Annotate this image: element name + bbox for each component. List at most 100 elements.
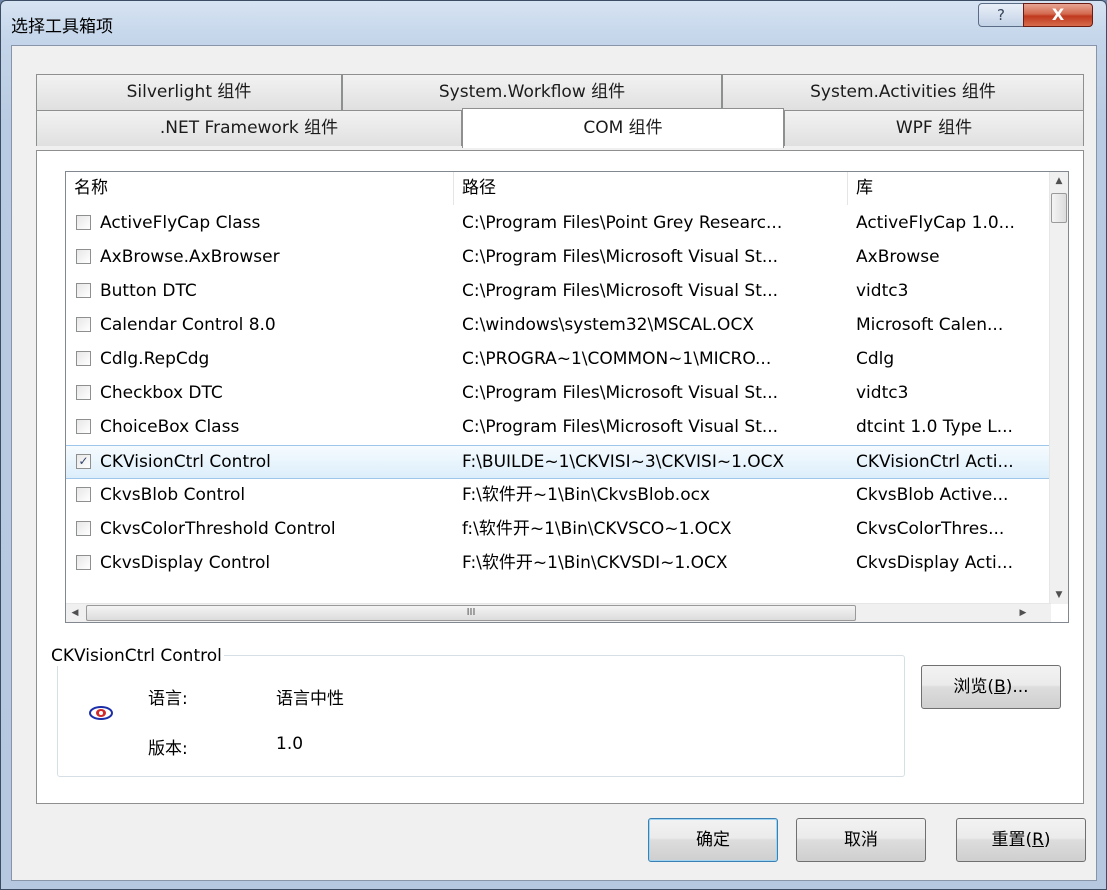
window-title: 选择工具箱项 xyxy=(11,17,113,37)
scroll-right-icon[interactable]: ▶ xyxy=(1014,604,1032,622)
item-name: ActiveFlyCap Class xyxy=(100,213,261,233)
checkmark-icon: ✓ xyxy=(78,454,89,468)
cancel-button[interactable]: 取消 xyxy=(796,818,926,862)
item-path: F:\软件开~1\Bin\CKVSDI~1.OCX xyxy=(462,553,728,573)
reset-button[interactable]: 重置(R) xyxy=(956,818,1086,862)
list-rows: ActiveFlyCap Class C:\Program Files\Point… xyxy=(66,207,1051,581)
help-button[interactable]: ? xyxy=(978,3,1024,27)
help-icon: ? xyxy=(997,6,1005,24)
item-path: C:\Program Files\Microsoft Visual St... xyxy=(462,417,779,437)
item-library: CKVisionCtrl Acti... xyxy=(856,452,1014,472)
item-name: CKVisionCtrl Control xyxy=(100,452,271,472)
item-checkbox[interactable] xyxy=(76,249,91,264)
tab-net-framework[interactable]: .NET Framework 组件 xyxy=(36,110,462,146)
item-library: CkvsBlob Active... xyxy=(856,485,1009,505)
dialog-client-area: Silverlight 组件 System.Workflow 组件 System… xyxy=(11,45,1097,881)
browse-label-tail: )... xyxy=(1005,677,1029,697)
com-components-list[interactable]: 名称 路径 库 ActiveFlyCap Class C:\Program Fil… xyxy=(65,171,1069,623)
close-icon: X xyxy=(1051,5,1065,24)
tab-com[interactable]: COM 组件 xyxy=(462,108,784,148)
item-path: C:\Program Files\Microsoft Visual St... xyxy=(462,383,779,403)
list-item[interactable]: Cdlg.RepCdg C:\PROGRA~1\COMMON~1\MICRO...… xyxy=(66,343,1051,377)
language-label: 语言: xyxy=(148,689,188,709)
choose-toolbox-items-dialog: 选择工具箱项 ? X Silverlight 组件 System.Workflo… xyxy=(0,0,1107,890)
list-item[interactable]: CkvsColorThreshold Control f:\软件开~1\Bin\C… xyxy=(66,513,1051,547)
column-header-library[interactable]: 库 xyxy=(848,172,1051,205)
item-checkbox[interactable]: ✓ xyxy=(76,454,91,469)
item-checkbox[interactable] xyxy=(76,555,91,570)
item-checkbox[interactable] xyxy=(76,385,91,400)
item-library: CkvsDisplay Acti... xyxy=(856,553,1013,573)
tab-silverlight[interactable]: Silverlight 组件 xyxy=(36,74,342,110)
tab-wpf[interactable]: WPF 组件 xyxy=(784,110,1084,146)
list-item[interactable]: ✓ CKVisionCtrl Control F:\BUILDE~1\CKVISI~… xyxy=(66,445,1051,479)
item-name: Calendar Control 8.0 xyxy=(100,315,276,335)
item-path: f:\软件开~1\Bin\CKVSCO~1.OCX xyxy=(462,519,732,539)
item-name: Checkbox DTC xyxy=(100,383,223,403)
item-library: Microsoft Calen... xyxy=(856,315,1004,335)
vertical-scrollbar[interactable]: ▲ ▼ xyxy=(1049,172,1068,604)
item-checkbox[interactable] xyxy=(76,317,91,332)
horizontal-scrollbar[interactable]: ◀ III ▶ xyxy=(66,603,1051,622)
scroll-down-icon[interactable]: ▼ xyxy=(1050,586,1068,604)
item-checkbox[interactable] xyxy=(76,283,91,298)
browse-label-main: 浏览( xyxy=(953,677,995,697)
column-header-path[interactable]: 路径 xyxy=(454,172,848,205)
list-header: 名称 路径 库 xyxy=(66,172,1051,206)
version-value: 1.0 xyxy=(276,734,304,754)
reset-accelerator-key: R xyxy=(1032,830,1044,850)
tab-system-workflow[interactable]: System.Workflow 组件 xyxy=(342,74,722,110)
item-path: C:\PROGRA~1\COMMON~1\MICRO... xyxy=(462,349,772,369)
list-item[interactable]: AxBrowse.AxBrowser C:\Program Files\Micro… xyxy=(66,241,1051,275)
list-item[interactable]: CkvsDisplay Control F:\软件开~1\Bin\CKVSDI~1… xyxy=(66,547,1051,581)
item-library: dtcint 1.0 Type L... xyxy=(856,417,1013,437)
item-path: C:\Program Files\Microsoft Visual St... xyxy=(462,247,779,267)
language-value: 语言中性 xyxy=(276,689,344,709)
item-library: ActiveFlyCap 1.0... xyxy=(856,213,1015,233)
list-item[interactable]: Calendar Control 8.0 C:\windows\system32\… xyxy=(66,309,1051,343)
item-library: AxBrowse xyxy=(856,247,940,267)
list-item[interactable]: ChoiceBox Class C:\Program Files\Microsof… xyxy=(66,411,1051,445)
list-item[interactable]: Checkbox DTC C:\Program Files\Microsoft V… xyxy=(66,377,1051,411)
item-path: C:\Program Files\Point Grey Researc... xyxy=(462,213,783,233)
item-name: ChoiceBox Class xyxy=(100,417,240,437)
details-group-title: CKVisionCtrl Control xyxy=(49,646,224,666)
column-header-name[interactable]: 名称 xyxy=(66,172,454,205)
item-checkbox[interactable] xyxy=(76,419,91,434)
com-components-panel: 名称 路径 库 ActiveFlyCap Class C:\Program Fil… xyxy=(36,150,1084,804)
item-checkbox[interactable] xyxy=(76,215,91,230)
item-name: Button DTC xyxy=(100,281,197,301)
list-item[interactable]: Button DTC C:\Program Files\Microsoft Vis… xyxy=(66,275,1051,309)
item-checkbox[interactable] xyxy=(76,487,91,502)
item-name: Cdlg.RepCdg xyxy=(100,349,210,369)
item-name: CkvsDisplay Control xyxy=(100,553,271,573)
reset-label-main: 重置( xyxy=(991,830,1033,850)
item-path: C:\windows\system32\MSCAL.OCX xyxy=(462,315,754,335)
item-name: CkvsColorThreshold Control xyxy=(100,519,336,539)
browse-button[interactable]: 浏览(B)... xyxy=(921,665,1061,709)
details-group: 语言: 语言中性 版本: 1.0 xyxy=(57,655,905,777)
version-label: 版本: xyxy=(148,739,188,759)
browse-accelerator-key: B xyxy=(994,677,1006,697)
title-bar[interactable]: 选择工具箱项 ? X xyxy=(1,1,1106,45)
list-item[interactable]: CkvsBlob Control F:\软件开~1\Bin\CkvsBlob.oc… xyxy=(66,479,1051,513)
vertical-scroll-thumb[interactable] xyxy=(1051,193,1067,223)
item-library: CkvsColorThres... xyxy=(856,519,1005,539)
item-path: C:\Program Files\Microsoft Visual St... xyxy=(462,281,779,301)
item-library: vidtc3 xyxy=(856,383,909,403)
item-name: CkvsBlob Control xyxy=(100,485,246,505)
reset-label-tail: ) xyxy=(1043,830,1051,850)
list-item[interactable]: ActiveFlyCap Class C:\Program Files\Point… xyxy=(66,207,1051,241)
item-library: vidtc3 xyxy=(856,281,909,301)
ok-button[interactable]: 确定 xyxy=(648,818,778,862)
item-checkbox[interactable] xyxy=(76,351,91,366)
item-name: AxBrowse.AxBrowser xyxy=(100,247,280,267)
item-path: F:\BUILDE~1\CKVISI~3\CKVISI~1.OCX xyxy=(462,452,785,472)
tab-system-activities[interactable]: System.Activities 组件 xyxy=(722,74,1084,110)
horizontal-scroll-thumb[interactable]: III xyxy=(86,605,856,621)
scroll-left-icon[interactable]: ◀ xyxy=(66,604,84,622)
close-button[interactable]: X xyxy=(1023,3,1093,27)
item-checkbox[interactable] xyxy=(76,521,91,536)
scroll-up-icon[interactable]: ▲ xyxy=(1050,172,1068,190)
activex-control-icon xyxy=(89,706,113,720)
